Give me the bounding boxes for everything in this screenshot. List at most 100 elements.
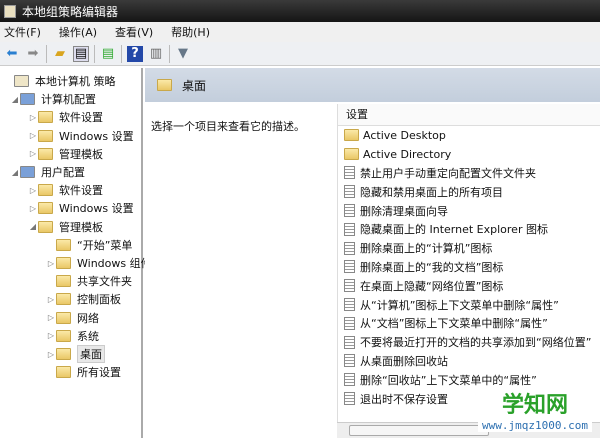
policy-icon — [14, 75, 29, 87]
list-item-label: 禁止用户手动重定向配置文件文件夹 — [360, 166, 536, 180]
tree-node-label: 用户配置 — [41, 166, 85, 179]
menu-bar: 文件(F) 操作(A) 查看(V) 帮助(H) — [0, 22, 600, 42]
expand-icon[interactable]: ▷ — [46, 350, 56, 359]
expand-icon[interactable]: ▷ — [28, 149, 38, 158]
list-item-label: 删除清理桌面向导 — [360, 204, 448, 218]
tree-node[interactable]: ◢ 用户配置 — [10, 163, 85, 181]
show-hide-tree-icon[interactable]: ▤ — [73, 45, 89, 62]
folder-icon — [38, 184, 53, 197]
tree-node[interactable]: 本地计算机 策略 — [4, 72, 116, 90]
list-item[interactable]: 在桌面上隐藏“网络位置”图标 — [338, 276, 600, 295]
list-item[interactable]: Active Desktop — [338, 126, 600, 145]
tree-node[interactable]: 共享文件夹 — [46, 272, 132, 290]
expand-icon[interactable]: ▷ — [46, 331, 56, 340]
folder-icon — [56, 348, 71, 360]
list-item[interactable]: 删除桌面上的“计算机”图标 — [338, 239, 600, 258]
tree-node-label: “开始”菜单 — [77, 238, 133, 252]
tree-node[interactable]: ▷ Windows 组件 — [46, 254, 152, 272]
list-item[interactable]: 禁止用户手动重定向配置文件文件夹 — [338, 164, 600, 183]
menu-view[interactable]: 查看(V) — [115, 24, 153, 40]
tree-node[interactable]: ▷ 软件设置 — [28, 181, 103, 199]
list-item[interactable]: 隐藏桌面上的 Internet Explorer 图标 — [338, 220, 600, 239]
tree-node[interactable]: “开始”菜单 — [46, 236, 132, 254]
expand-icon[interactable]: ▷ — [46, 295, 56, 304]
folder-icon — [38, 147, 53, 160]
list-item[interactable]: 从“文档”图标上下文菜单中删除“属性” — [338, 314, 600, 333]
tree-node[interactable]: ◢ 管理模板 — [28, 218, 103, 236]
tree-node[interactable]: ▷ 控制面板 — [46, 290, 121, 308]
menu-help[interactable]: 帮助(H) — [171, 24, 210, 40]
tree-node-label: 本地计算机 策略 — [35, 75, 116, 88]
menu-action[interactable]: 操作(A) — [59, 24, 97, 40]
filter-icon[interactable]: ▼ — [175, 46, 191, 62]
expand-icon[interactable]: ▷ — [46, 259, 56, 268]
folder-icon — [38, 220, 53, 233]
list-item[interactable]: 删除清理桌面向导 — [338, 201, 600, 220]
back-icon[interactable]: ⬅ — [4, 46, 20, 62]
folder-icon — [56, 257, 71, 269]
folder-icon — [38, 202, 53, 215]
expand-icon[interactable]: ▷ — [28, 131, 38, 140]
action-pane-icon[interactable]: ▥ — [148, 46, 164, 62]
scroll-thumb[interactable] — [349, 425, 489, 436]
list-item-label: 删除桌面上的“计算机”图标 — [360, 242, 493, 256]
title-bar: 本地组策略编辑器 — [0, 0, 600, 22]
tree-node-label: 桌面 — [77, 345, 105, 363]
list-item[interactable]: 隐藏和禁用桌面上的所有项目 — [338, 182, 600, 201]
tree-node[interactable]: ▷ Windows 设置 — [28, 199, 134, 217]
list-item[interactable]: 不要将最近打开的文档的共享添加到“网络位置” — [338, 333, 600, 352]
expand-icon[interactable]: ▷ — [46, 313, 56, 322]
column-header-setting[interactable]: 设置 — [338, 104, 600, 126]
help-icon[interactable]: ? — [127, 45, 143, 62]
tree-node[interactable]: ▷ 软件设置 — [28, 108, 103, 126]
config-icon — [20, 166, 35, 178]
watermark-url: www.jmqz1000.com — [482, 419, 588, 432]
list-item-label: 删除“回收站”上下文菜单中的“属性” — [360, 373, 537, 387]
menu-file[interactable]: 文件(F) — [4, 24, 41, 40]
app-icon — [4, 4, 16, 18]
tree-node-label: 管理模板 — [59, 220, 103, 234]
tree-node[interactable]: ▷ 桌面 — [46, 345, 105, 363]
watermark-name: 学知网 — [502, 393, 569, 418]
folder-icon — [344, 148, 359, 161]
list-item-label: 不要将最近打开的文档的共享添加到“网络位置” — [360, 336, 592, 350]
policy-setting-icon — [344, 185, 355, 199]
folder-icon — [38, 129, 53, 142]
expand-icon[interactable]: ◢ — [10, 95, 20, 104]
watermark: 学知网 www.jmqz1000.com — [478, 387, 592, 432]
folder-icon — [344, 129, 359, 142]
export-list-icon[interactable]: ▤ — [100, 46, 116, 62]
list-item-label: 隐藏桌面上的 Internet Explorer 图标 — [360, 223, 548, 237]
list-item[interactable]: 从桌面删除回收站 — [338, 352, 600, 371]
list-item-label: 删除桌面上的“我的文档”图标 — [360, 260, 504, 274]
separator — [46, 44, 47, 63]
list-item[interactable]: 从“计算机”图标上下文菜单中删除“属性” — [338, 295, 600, 314]
expand-icon[interactable]: ◢ — [10, 168, 20, 177]
tree-node-label: Windows 设置 — [59, 202, 134, 216]
policy-setting-icon — [344, 392, 355, 406]
tree-node[interactable]: ▷ Windows 设置 — [28, 127, 134, 145]
up-folder-icon[interactable]: ▰ — [52, 46, 68, 62]
tree-node-label: 所有设置 — [77, 366, 121, 380]
list-item[interactable]: 删除桌面上的“我的文档”图标 — [338, 258, 600, 277]
tree-pane: 本地计算机 策略 ◢ 计算机配置 ▷ 软件设置 ▷ Windows 设置 ▷ 管理模板 ◢ 用户配置… — [0, 68, 152, 438]
list-item-label: Active Directory — [363, 147, 452, 161]
separator — [121, 44, 122, 63]
expand-icon[interactable]: ▷ — [28, 186, 38, 195]
tree-node[interactable]: 所有设置 — [46, 363, 121, 381]
tree-node[interactable]: ◢ 计算机配置 — [10, 90, 96, 108]
list-item[interactable]: Active Directory — [338, 145, 600, 164]
policy-setting-icon — [344, 298, 355, 312]
tree-node[interactable]: ▷ 管理模板 — [28, 145, 103, 163]
list-item-label: 从“文档”图标上下文菜单中删除“属性” — [360, 317, 548, 331]
forward-icon[interactable]: ➡ — [25, 46, 41, 62]
tree-node[interactable]: ▷ 系统 — [46, 327, 99, 345]
tree-node-label: Windows 组件 — [77, 257, 152, 270]
expand-icon[interactable]: ◢ — [28, 222, 38, 231]
folder-icon — [56, 275, 71, 288]
expand-icon[interactable]: ▷ — [28, 204, 38, 213]
expand-icon[interactable]: ▷ — [28, 113, 38, 122]
folder-icon — [38, 111, 53, 124]
tree-node-label: 网络 — [77, 311, 99, 325]
tree-node[interactable]: ▷ 网络 — [46, 309, 99, 327]
